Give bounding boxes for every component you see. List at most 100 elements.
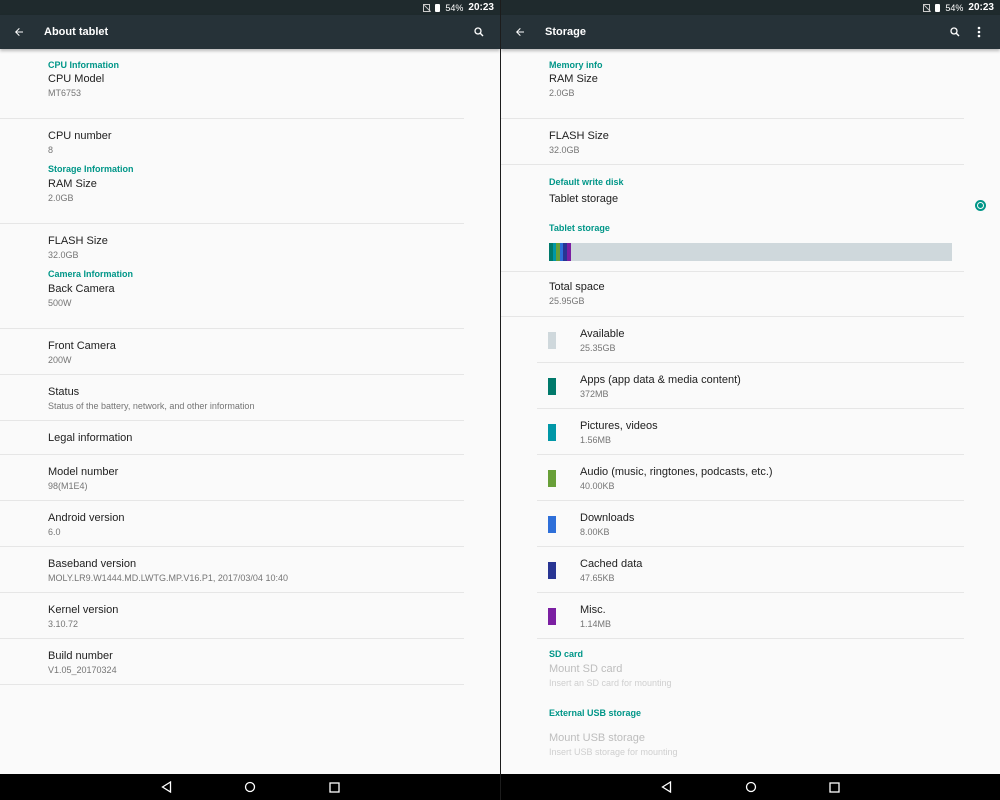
list-item-flash-size[interactable]: FLASH Size 32.0GB [0,224,464,260]
status-bar: 54% 20:23 [0,0,500,15]
section-header-memory-info: Memory info [549,60,603,70]
item-subtitle: V1.05_20170324 [48,665,117,675]
item-subtitle: 32.0GB [549,145,580,155]
item-title: Pictures, videos [580,420,658,432]
item-subtitle: 2.0GB [48,193,74,203]
search-icon[interactable] [468,21,490,43]
section-header-sd-card: SD card [549,649,584,659]
item-title: CPU number [48,130,112,142]
color-swatch [548,470,556,487]
list-item-storage-apps-app-data-media-content[interactable]: Apps (app data & media content) 372MB [537,363,964,409]
color-swatch [548,424,556,441]
list-item-storage-available[interactable]: Available 25.35GB [537,317,964,363]
item-subtitle: Status of the battery, network, and othe… [48,401,255,411]
storage-screen: 54% 20:23 Storage Memory info RAM Size 2… [500,0,1000,800]
list-item-build-number[interactable]: Build number V1.05_20170324 [0,639,464,685]
settings-list: CPU Information CPU Model MT6753 CPU number… [0,49,500,774]
item-title: Audio (music, ringtones, podcasts, etc.) [580,466,773,478]
nav-recents-icon[interactable] [327,780,341,794]
color-swatch [548,608,556,625]
section-header-storage-information: Storage Information [48,164,134,174]
battery-icon [935,3,941,12]
item-title: RAM Size [48,178,97,190]
list-item-mount-sd-card: Mount SD card Insert an SD card for moun… [501,663,964,708]
list-item-kernel-version[interactable]: Kernel version 3.10.72 [0,593,464,639]
list-item-ram-size[interactable]: RAM Size 2.0GB [501,73,964,119]
search-icon[interactable] [944,21,966,43]
option-label: Tablet storage [549,193,619,205]
radio-option-tablet-storage[interactable]: Tablet storage [501,191,1000,221]
list-item-model-number[interactable]: Model number 98(M1E4) [0,455,464,501]
item-title: Kernel version [48,604,119,616]
item-subtitle: 8 [48,145,54,155]
radio-selected-icon[interactable] [975,200,986,211]
arrow-left-icon[interactable] [511,23,529,41]
about-tablet-screen: 54% 20:23 About tablet CPU Information CP… [0,0,500,800]
list-item-back-camera[interactable]: Back Camera 500W [0,283,464,329]
clock: 20:23 [968,2,994,13]
item-subtitle: 6.0 [48,527,61,537]
item-subtitle: Insert USB storage for mounting [549,747,678,757]
nav-recents-icon[interactable] [828,780,842,794]
item-subtitle: 3.10.72 [48,619,79,629]
list-item-mount-usb-storage: Mount USB storage Insert USB storage for… [501,732,964,774]
status-bar: 54% 20:23 [501,0,1000,15]
item-subtitle: 1.14MB [580,619,612,629]
storage-list: Memory info RAM Size 2.0GB FLASH Size 32… [501,49,1000,774]
section-header-external-usb: External USB storage [549,708,642,718]
nav-home-icon[interactable] [243,780,257,794]
item-subtitle: 500W [48,298,72,308]
section-header-tablet-storage: Tablet storage [549,223,610,233]
list-item-flash-size[interactable]: FLASH Size 32.0GB [501,119,964,165]
item-subtitle: MT6753 [48,88,82,98]
list-item-ram-size[interactable]: RAM Size 2.0GB [0,178,464,224]
list-item-legal-information[interactable]: Legal information [0,421,464,455]
list-item-storage-pictures-videos[interactable]: Pictures, videos 1.56MB [537,409,964,455]
item-title: FLASH Size [549,130,609,142]
item-title: Baseband version [48,558,137,570]
toolbar: Storage [501,15,1000,49]
color-swatch [548,562,556,579]
nav-back-icon[interactable] [159,780,173,794]
list-item-cpu-model[interactable]: CPU Model MT6753 [0,73,464,119]
item-title: Front Camera [48,340,116,352]
list-item-storage-misc[interactable]: Misc. 1.14MB [537,593,964,639]
item-subtitle: 40.00KB [580,481,615,491]
list-item-status[interactable]: Status Status of the battery, network, an… [0,375,464,421]
item-title: Total space [549,281,605,293]
nav-back-icon[interactable] [660,780,674,794]
list-item-storage-cached-data[interactable]: Cached data 47.65KB [537,547,964,593]
more-vert-icon[interactable] [968,21,990,43]
item-subtitle: 25.35GB [580,343,616,353]
list-item-storage-audio-music-ringtones-podcasts-etc[interactable]: Audio (music, ringtones, podcasts, etc.)… [537,455,964,501]
item-title: FLASH Size [48,235,108,247]
page-title: Storage [545,26,586,38]
item-subtitle: 32.0GB [48,250,79,260]
item-title: Cached data [580,558,643,570]
item-subtitle: 372MB [580,389,609,399]
item-title: RAM Size [549,73,598,85]
no-sim-icon [923,3,931,12]
clock: 20:23 [468,2,494,13]
list-item-android-version[interactable]: Android version 6.0 [0,501,464,547]
storage-category-list: Available 25.35GB Apps (app data & media c… [501,317,1000,639]
list-item-cpu-number[interactable]: CPU number 8 [0,119,464,155]
list-item-total-space[interactable]: Total space 25.95GB [501,271,964,317]
battery-level: 54% [445,2,464,13]
item-title: Available [580,328,625,340]
color-swatch [548,378,556,395]
list-item-baseband-version[interactable]: Baseband version MOLY.LR9.W1444.MD.LWTG.M… [0,547,464,593]
item-subtitle: 8.00KB [580,527,610,537]
item-title: Build number [48,650,113,662]
item-subtitle: Insert an SD card for mounting [549,678,672,688]
arrow-left-icon[interactable] [10,23,28,41]
item-title: Model number [48,466,119,478]
nav-home-icon[interactable] [744,780,758,794]
navigation-bar [0,774,500,800]
list-item-storage-downloads[interactable]: Downloads 8.00KB [537,501,964,547]
item-title: Mount USB storage [549,732,645,744]
item-subtitle: 25.95GB [549,296,585,306]
item-subtitle: 98(M1E4) [48,481,88,491]
list-item-front-camera[interactable]: Front Camera 200W [0,329,464,375]
navigation-bar [501,774,1000,800]
